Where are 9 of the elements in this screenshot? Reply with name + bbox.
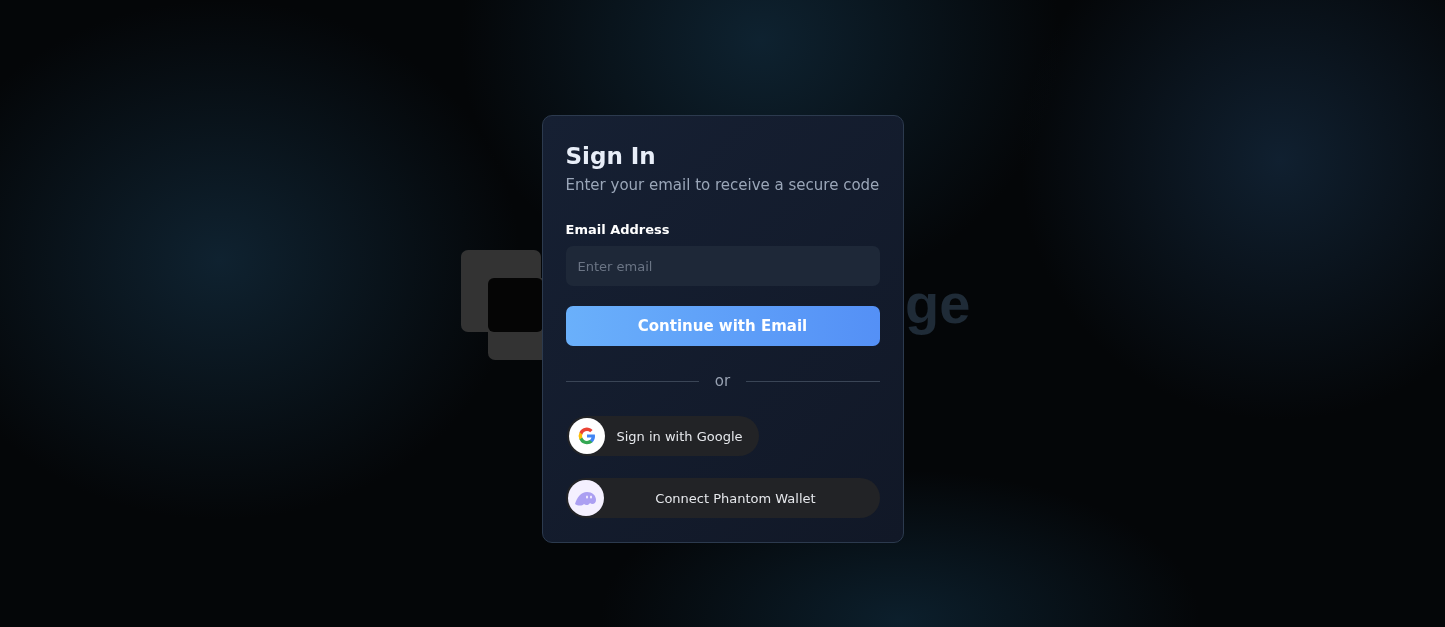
card-subtitle: Enter your email to receive a secure code <box>565 176 880 194</box>
google-g-icon <box>568 418 605 454</box>
card-title: Sign In <box>565 142 657 171</box>
divider-text: or <box>714 372 731 390</box>
google-sign-in-button[interactable]: Sign in with Google <box>566 416 759 456</box>
wallet-connect-button[interactable]: Connect Phantom Wallet <box>565 478 880 518</box>
email-field[interactable]: Enter email <box>565 246 880 286</box>
field-label: Email Address <box>565 222 670 237</box>
ghost-icon <box>567 480 604 516</box>
